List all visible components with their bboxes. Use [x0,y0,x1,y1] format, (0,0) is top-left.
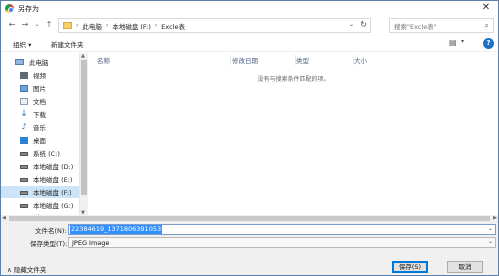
cancel-button[interactable]: 取消 [447,261,483,273]
filename-value[interactable]: 22384619_1371806391053 [70,225,163,234]
organize-button[interactable]: 组织 ▾ [13,39,31,49]
sidebar-item-drive-d[interactable]: 本地磁盘 (D:) [1,160,79,172]
save-button[interactable]: 保存(S) [392,261,428,273]
column-header-date-modified[interactable]: 修改日期 [232,55,296,65]
filename-dropdown-icon[interactable]: ⌄ [488,225,493,232]
filetype-value: JPEG Image [72,238,110,247]
breadcrumb-separator: › [154,22,158,29]
sidebar-scrollbar[interactable]: ▲ ▼ [79,53,88,216]
horizontal-scroll-thumb[interactable] [9,216,490,221]
filetype-label: 保存类型(T): [30,240,68,248]
command-toolbar: 组织 ▾ 新建文件夹 ▤ ▾ ? [1,36,498,52]
forward-button[interactable]: → [19,19,31,31]
breadcrumb-separator: › [76,22,79,29]
navigation-bar: ← → ⌄ ↑ › 此电脑 › 本地磁盘 (F:) › Excle表 ⌄ ↻ 搜… [1,16,498,35]
desktop-icon [20,136,28,144]
sidebar-item-label: 此电脑 [29,59,49,67]
filename-label: 文件名(N): [35,227,67,235]
sidebar-scroll-thumb[interactable] [81,60,87,195]
hide-folders-button[interactable]: ∧ 隐藏文件夹 [7,264,46,274]
sidebar-item-drive-g[interactable]: 本地磁盘 (G:) [1,199,79,211]
folder-icon [63,22,72,29]
address-dropdown-icon[interactable]: ⌄ [349,21,354,28]
drive-icon [20,191,28,195]
help-icon[interactable]: ? [483,38,494,49]
new-folder-button[interactable]: 新建文件夹 [51,39,84,49]
close-button[interactable]: ✕ [480,2,492,14]
chrome-icon [5,4,14,13]
view-options-icon[interactable]: ▤ [449,38,457,47]
column-header-type[interactable]: 类型 [296,55,354,65]
sidebar-item-label: 本地磁盘 (G:) [33,202,74,210]
sidebar-item-videos[interactable]: 视频 [1,69,79,81]
breadcrumb-this-pc[interactable]: 此电脑 [82,21,102,31]
save-options-panel: 文件名(N): 22384619_1371806391053 ⌄ 保存类型(T)… [1,222,498,275]
breadcrumb-separator: › [105,22,109,29]
search-placeholder: 搜索"Excle表" [394,22,437,31]
scroll-up-icon[interactable]: ▲ [81,53,85,59]
search-icon[interactable]: ⌕ [485,21,489,31]
drive-icon [20,165,28,169]
download-icon: ↓ [20,109,28,119]
sidebar-item-drive-e[interactable]: 本地磁盘 (E:) [1,173,79,185]
video-icon [20,71,28,79]
picture-icon [20,84,28,92]
file-list: 名称 修改日期 类型 大小 没有与搜索条件匹配的项。 [89,53,498,216]
sidebar-item-label: 本地磁盘 (D:) [33,163,74,171]
back-button[interactable]: ← [6,19,18,31]
sidebar-item-label: 本地磁盘 (F:) [33,189,72,197]
recent-locations-button[interactable]: ⌄ [31,19,43,31]
drive-icon [20,152,28,156]
sidebar-item-desktop[interactable]: 桌面 [1,134,79,146]
music-icon: ♪ [21,122,27,131]
sidebar-item-drive-c[interactable]: 系统 (C:) [1,147,79,159]
computer-icon [15,59,24,65]
drive-icon [20,178,28,182]
sidebar-item-downloads[interactable]: ↓ 下载 [1,108,79,120]
sidebar-item-label: 本地磁盘 (E:) [33,176,73,184]
filetype-dropdown-icon[interactable]: ⌄ [488,238,493,245]
sidebar-item-label: 视频 [33,72,46,80]
sidebar-item-music[interactable]: ♪ 音乐 [1,121,79,133]
filetype-select[interactable]: JPEG Image ⌄ [68,237,496,248]
search-input[interactable]: 搜索"Excle表" ⌕ [389,18,494,33]
breadcrumb-excle-folder[interactable]: Excle表 [161,21,185,31]
address-bar[interactable]: › 此电脑 › 本地磁盘 (F:) › Excle表 ⌄ ↻ [58,18,371,33]
sidebar-item-documents[interactable]: 文档 [1,95,79,107]
window-title: 另存为 [18,5,39,13]
drive-icon [20,204,28,208]
refresh-icon[interactable]: ↻ [360,20,367,29]
sidebar-item-label: 桌面 [33,137,46,145]
up-button[interactable]: ↑ [43,19,55,31]
sidebar-item-label: 音乐 [33,124,46,132]
column-header-size[interactable]: 大小 [354,55,394,65]
scroll-right-icon[interactable]: ▶ [493,215,497,221]
column-header-name[interactable]: 名称 [97,55,231,65]
breadcrumb-drive-f[interactable]: 本地磁盘 (F:) [112,21,151,31]
empty-message: 没有与搜索条件匹配的项。 [257,76,330,83]
view-dropdown-icon[interactable]: ▾ [461,38,464,45]
sidebar-item-label: 下载 [33,111,46,119]
horizontal-scrollbar[interactable]: ◀ ▶ [1,215,498,222]
title-bar: 另存为 ✕ [1,1,498,16]
sidebar-item-drive-f[interactable]: 本地磁盘 (F:) [1,186,79,198]
sidebar-item-label: 文档 [33,98,46,106]
filename-field[interactable]: 22384619_1371806391053 ⌄ [68,224,496,235]
scroll-left-icon[interactable]: ◀ [2,215,6,221]
sidebar-item-label: 图片 [33,85,46,93]
navigation-pane: 此电脑 视频 图片 文档 ↓ 下载 ♪ 音乐 桌面 系统 (C:) 本地磁盘 (… [1,53,88,216]
sidebar-item-pictures[interactable]: 图片 [1,82,79,94]
save-as-dialog: 另存为 ✕ ← → ⌄ ↑ › 此电脑 › 本地磁盘 (F:) › Excle表… [0,0,499,276]
document-icon [20,97,28,105]
sidebar-item-this-pc[interactable]: 此电脑 [1,56,79,68]
sidebar-item-label: 系统 (C:) [33,150,60,158]
